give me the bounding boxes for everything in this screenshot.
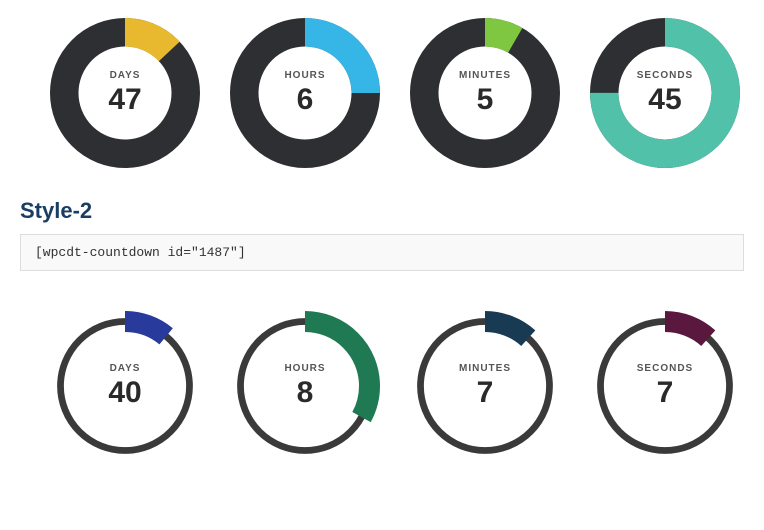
donut-label: MINUTES 5: [459, 70, 511, 117]
donut-hours: HOURS 6: [230, 18, 380, 168]
donut2-seconds: SECONDS 7: [590, 311, 740, 461]
value-text: 6: [284, 83, 325, 117]
donut-minutes: MINUTES 5: [410, 18, 560, 168]
unit-text: HOURS: [284, 363, 325, 374]
shortcode-box[interactable]: [wpcdt-countdown id="1487"]: [20, 234, 744, 271]
donut-label: DAYS 47: [108, 70, 141, 117]
donut-seconds: SECONDS 45: [590, 18, 740, 168]
donut2-days: DAYS 40: [50, 311, 200, 461]
section-title-style2: Style-2: [20, 198, 744, 224]
donut-label: MINUTES 7: [459, 363, 511, 410]
unit-text: DAYS: [108, 363, 141, 374]
donut-label: HOURS 6: [284, 70, 325, 117]
donut2-minutes: MINUTES 7: [410, 311, 560, 461]
donut2-hours: HOURS 8: [230, 311, 380, 461]
donut-label: DAYS 40: [108, 363, 141, 410]
unit-text: MINUTES: [459, 70, 511, 81]
unit-text: SECONDS: [637, 70, 693, 81]
unit-text: HOURS: [284, 70, 325, 81]
unit-text: MINUTES: [459, 363, 511, 374]
unit-text: SECONDS: [637, 363, 693, 374]
unit-text: DAYS: [108, 70, 141, 81]
countdown-row-style1: DAYS 47 HOURS 6 MINUTES 5 SECONDS 45: [20, 18, 744, 168]
value-text: 45: [637, 83, 693, 117]
value-text: 7: [459, 376, 511, 410]
value-text: 40: [108, 376, 141, 410]
donut-days: DAYS 47: [50, 18, 200, 168]
donut-label: SECONDS 45: [637, 70, 693, 117]
value-text: 7: [637, 376, 693, 410]
donut-label: HOURS 8: [284, 363, 325, 410]
value-text: 5: [459, 83, 511, 117]
value-text: 47: [108, 83, 141, 117]
countdown-row-style2: DAYS 40 HOURS 8 MINUTES 7 SECONDS 7: [20, 311, 744, 461]
donut-label: SECONDS 7: [637, 363, 693, 410]
value-text: 8: [284, 376, 325, 410]
